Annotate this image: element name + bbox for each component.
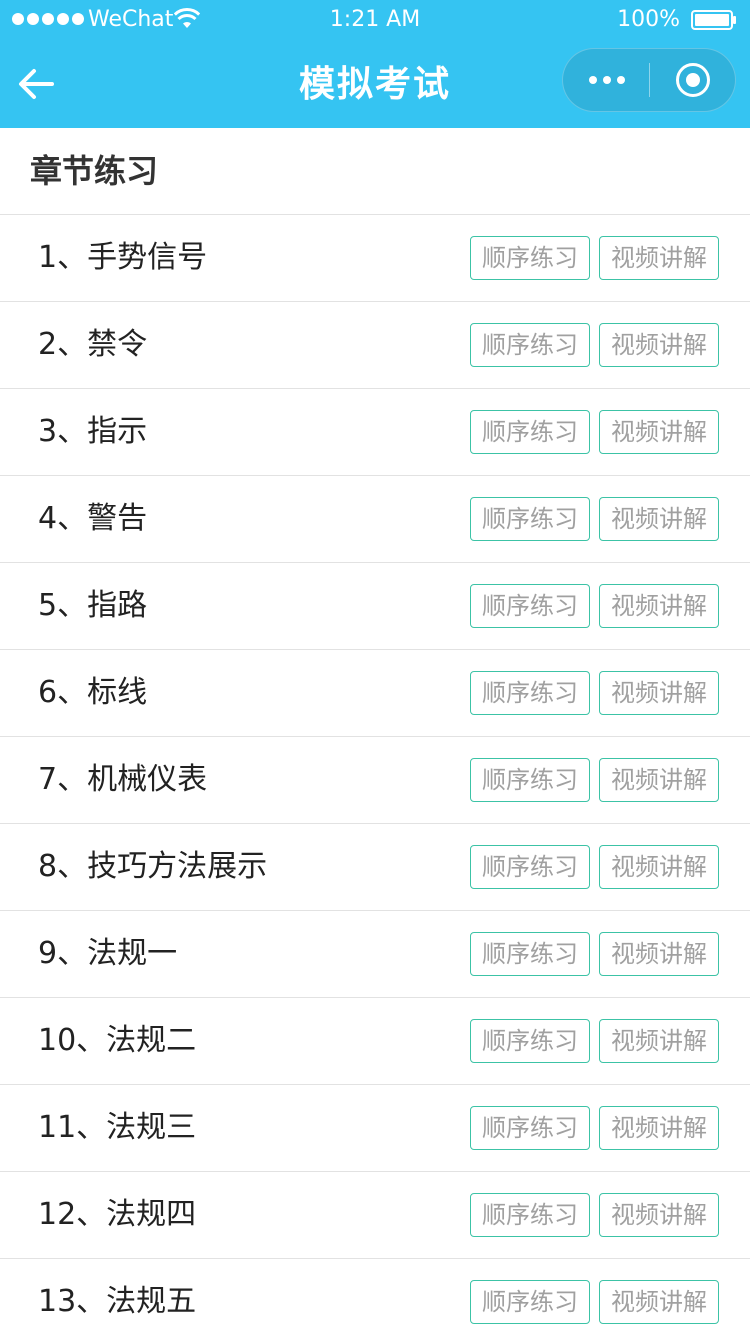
nav-bar: 模拟考试 <box>0 40 750 128</box>
video-explanation-button[interactable]: 视频讲解 <box>599 932 719 976</box>
sequential-practice-button[interactable]: 顺序练习 <box>470 1193 590 1237</box>
video-explanation-button[interactable]: 视频讲解 <box>599 758 719 802</box>
video-explanation-button[interactable]: 视频讲解 <box>599 584 719 628</box>
battery-icon <box>691 10 736 30</box>
sequential-practice-button[interactable]: 顺序练习 <box>470 758 590 802</box>
video-explanation-button[interactable]: 视频讲解 <box>599 497 719 541</box>
chapter-row: 5、指路 顺序练习 视频讲解 <box>0 563 750 650</box>
sequential-practice-button[interactable]: 顺序练习 <box>470 1280 590 1324</box>
chapter-name: 5、指路 <box>38 588 148 623</box>
sequential-practice-button[interactable]: 顺序练习 <box>470 671 590 715</box>
sequential-practice-button[interactable]: 顺序练习 <box>470 236 590 280</box>
more-dots-icon[interactable] <box>563 49 649 111</box>
chapter-name: 9、法规一 <box>38 936 178 971</box>
chapter-row: 8、技巧方法展示 顺序练习 视频讲解 <box>0 824 750 911</box>
chapter-row: 12、法规四 顺序练习 视频讲解 <box>0 1172 750 1259</box>
chapter-name: 4、警告 <box>38 501 148 536</box>
sequential-practice-button[interactable]: 顺序练习 <box>470 410 590 454</box>
chapter-name: 6、标线 <box>38 675 148 710</box>
chapter-list: 1、手势信号 顺序练习 视频讲解 2、禁令 顺序练习 视频讲解 3、指示 顺序练… <box>0 215 750 1334</box>
chapter-row: 11、法规三 顺序练习 视频讲解 <box>0 1085 750 1172</box>
video-explanation-button[interactable]: 视频讲解 <box>599 671 719 715</box>
chapter-row: 2、禁令 顺序练习 视频讲解 <box>0 302 750 389</box>
close-target-icon[interactable] <box>650 49 736 111</box>
chapter-name: 11、法规三 <box>38 1110 197 1145</box>
sequential-practice-button[interactable]: 顺序练习 <box>470 1106 590 1150</box>
sequential-practice-button[interactable]: 顺序练习 <box>470 845 590 889</box>
chapter-name: 2、禁令 <box>38 327 148 362</box>
video-explanation-button[interactable]: 视频讲解 <box>599 236 719 280</box>
chapter-name: 3、指示 <box>38 414 148 449</box>
chapter-name: 7、机械仪表 <box>38 762 208 797</box>
section-title: 章节练习 <box>0 128 750 215</box>
chapter-row: 10、法规二 顺序练习 视频讲解 <box>0 998 750 1085</box>
chapter-row: 13、法规五 顺序练习 视频讲解 <box>0 1259 750 1334</box>
sequential-practice-button[interactable]: 顺序练习 <box>470 1019 590 1063</box>
chapter-row: 4、警告 顺序练习 视频讲解 <box>0 476 750 563</box>
chapter-row: 9、法规一 顺序练习 视频讲解 <box>0 911 750 998</box>
sequential-practice-button[interactable]: 顺序练习 <box>470 497 590 541</box>
phone-screen: WeChat 1:21 AM 100% 模拟考试 章节练习 1、手势信号 顺序练… <box>0 0 750 1334</box>
sequential-practice-button[interactable]: 顺序练习 <box>470 323 590 367</box>
chapter-row: 7、机械仪表 顺序练习 视频讲解 <box>0 737 750 824</box>
header: WeChat 1:21 AM 100% 模拟考试 <box>0 0 750 128</box>
video-explanation-button[interactable]: 视频讲解 <box>599 1280 719 1324</box>
video-explanation-button[interactable]: 视频讲解 <box>599 845 719 889</box>
menu-capsule <box>562 48 736 112</box>
chapter-name: 8、技巧方法展示 <box>38 849 268 884</box>
chapter-name: 1、手势信号 <box>38 240 208 275</box>
battery-percentage: 100% <box>617 7 680 32</box>
chapter-row: 1、手势信号 顺序练习 视频讲解 <box>0 215 750 302</box>
video-explanation-button[interactable]: 视频讲解 <box>599 1019 719 1063</box>
chapter-name: 10、法规二 <box>38 1023 197 1058</box>
sequential-practice-button[interactable]: 顺序练习 <box>470 584 590 628</box>
sequential-practice-button[interactable]: 顺序练习 <box>470 932 590 976</box>
video-explanation-button[interactable]: 视频讲解 <box>599 410 719 454</box>
video-explanation-button[interactable]: 视频讲解 <box>599 1106 719 1150</box>
video-explanation-button[interactable]: 视频讲解 <box>599 323 719 367</box>
chapter-row: 3、指示 顺序练习 视频讲解 <box>0 389 750 476</box>
chapter-name: 12、法规四 <box>38 1197 197 1232</box>
chapter-name: 13、法规五 <box>38 1284 197 1319</box>
status-bar: WeChat 1:21 AM 100% <box>0 0 750 40</box>
video-explanation-button[interactable]: 视频讲解 <box>599 1193 719 1237</box>
chapter-row: 6、标线 顺序练习 视频讲解 <box>0 650 750 737</box>
